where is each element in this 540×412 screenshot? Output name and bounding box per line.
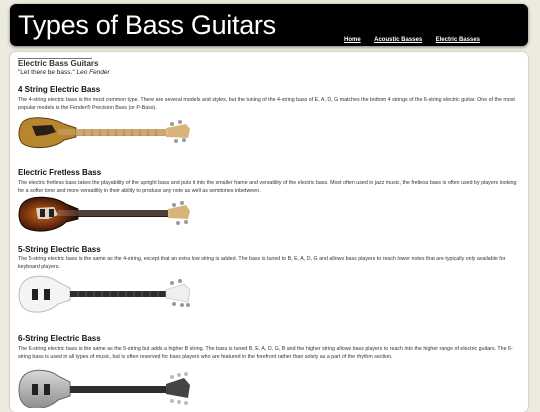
nav-acoustic-basses-link[interactable]: Acoustic Basses [374, 37, 422, 43]
sunburst-fretless-bass-image [18, 196, 190, 232]
page-title: Electric Bass Guitars [18, 59, 99, 68]
text-fretless-bass: The electric fretless bass takes the pla… [18, 180, 517, 194]
nav-electric-basses-link[interactable]: Electric Basses [436, 37, 480, 43]
text-4-string-bass: The 4-string electric bass is the most c… [18, 97, 515, 111]
quote-text: "Let there be bass." [18, 69, 75, 76]
text-5-string-bass: The 5-string electric bass is the same a… [18, 256, 506, 270]
main-nav: Home Acoustic Basses Electric Basses [335, 28, 480, 46]
intro-quote: "Let there be bass." Leo Fender [18, 69, 110, 76]
heading-5-string-bass: 5-String Electric Bass [18, 245, 101, 254]
white-5-string-bass-image [18, 275, 191, 313]
site-header: Types of Bass Guitars Home Acoustic Bass… [10, 4, 528, 46]
natural-wood-precision-bass-image [18, 117, 190, 148]
heading-fretless-bass: Electric Fretless Bass [18, 168, 102, 177]
heading-6-string-bass: 6-String Electric Bass [18, 334, 101, 343]
silver-6-string-bass-image [18, 369, 190, 408]
site-title: Types of Bass Guitars [18, 10, 276, 40]
main-content: Electric Bass Guitars "Let there be bass… [10, 52, 528, 412]
nav-home-link[interactable]: Home [344, 37, 361, 43]
text-6-string-bass: The 6-string electric bass is the same a… [18, 346, 513, 360]
heading-4-string-bass: 4 String Electric Bass [18, 85, 101, 94]
quote-author: Leo Fender [76, 69, 110, 76]
